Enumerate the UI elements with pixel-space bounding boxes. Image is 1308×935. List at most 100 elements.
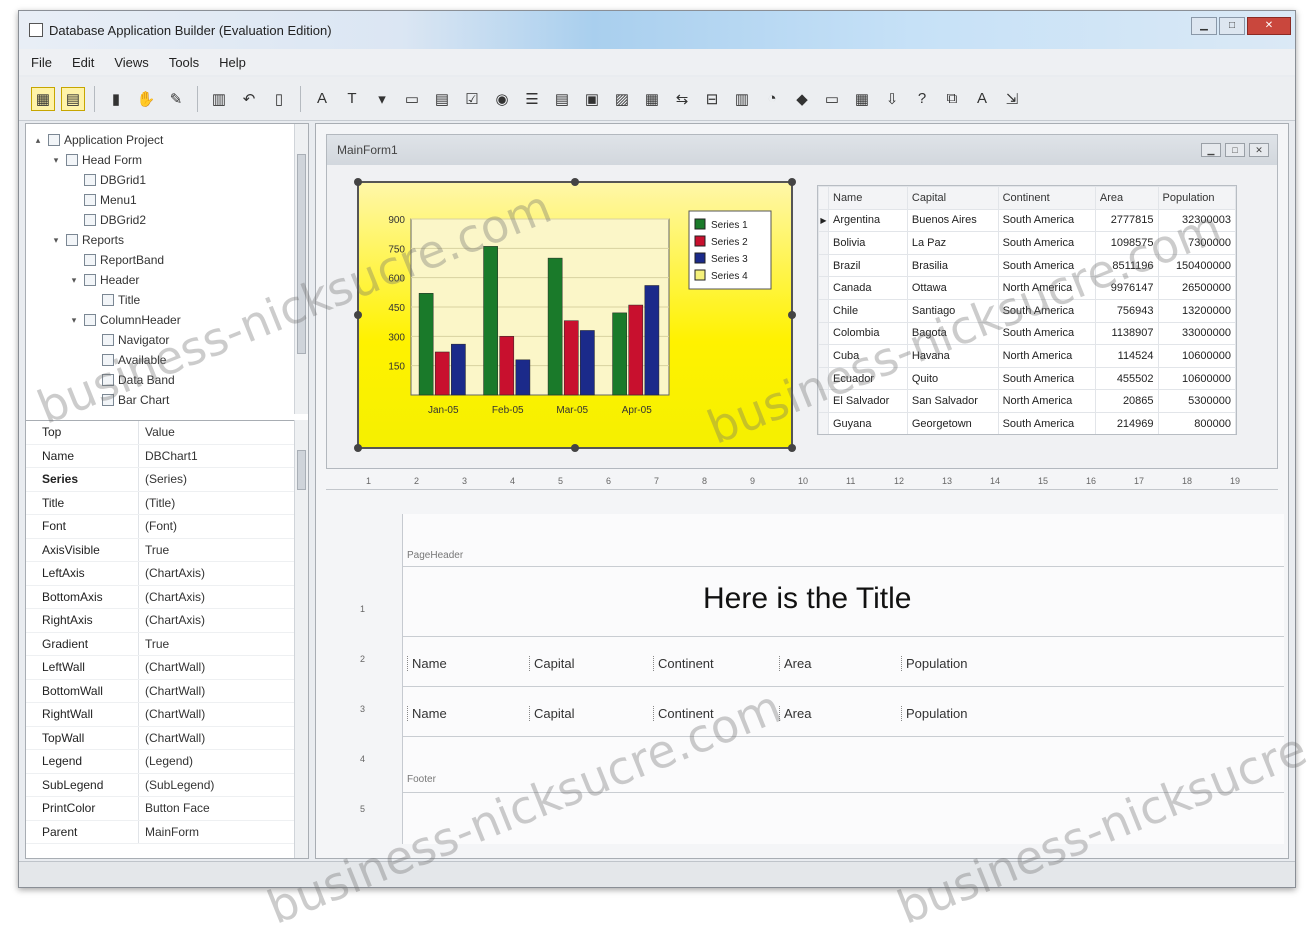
close-button[interactable]: ✕ <box>1247 17 1291 35</box>
grid-cell[interactable]: San Salvador <box>906 389 999 413</box>
row-selector[interactable] <box>818 366 829 391</box>
header-field-capital[interactable]: Capital <box>529 656 574 671</box>
header-field-population[interactable]: Population <box>901 656 967 671</box>
row-selector[interactable] <box>818 344 829 368</box>
grid-column-header[interactable]: Area <box>1094 186 1159 210</box>
grid-cell[interactable]: Bagota <box>906 321 999 346</box>
grid-row[interactable]: ▶ Argentina Buenos Aires South America 27778… <box>818 208 1236 233</box>
grid-cell[interactable]: Ottawa <box>906 276 999 300</box>
grid-view-icon[interactable]: ▦ <box>640 87 664 111</box>
tree-node[interactable]: Title <box>26 290 294 310</box>
tree-node[interactable]: Bar Chart <box>26 390 294 410</box>
resize-handle[interactable] <box>354 311 362 319</box>
tree-node[interactable]: Navigator <box>26 330 294 350</box>
row-selector[interactable] <box>818 253 829 278</box>
row-selector[interactable] <box>818 276 829 300</box>
grid-cell[interactable]: 2777815 <box>1094 208 1159 233</box>
tree-node[interactable]: ▾ Header <box>26 270 294 290</box>
property-value[interactable]: (ChartAxis) <box>138 609 294 632</box>
grid-cell[interactable]: Chile <box>828 298 908 323</box>
expand-arrow-icon[interactable]: ▾ <box>68 275 80 286</box>
export-icon[interactable]: ⇲ <box>1000 87 1024 111</box>
calendar-icon[interactable]: ▦ <box>850 87 874 111</box>
property-value[interactable]: (ChartAxis) <box>138 585 294 608</box>
navigator-icon[interactable]: ⇆ <box>670 87 694 111</box>
grid-cell[interactable]: North America <box>997 389 1096 413</box>
wrench-icon[interactable]: ✎ <box>164 87 188 111</box>
grid-cell[interactable]: 9976147 <box>1094 276 1159 300</box>
grid-cell[interactable]: Canada <box>828 276 908 300</box>
detail-field-continent[interactable]: Continent <box>653 706 714 721</box>
property-value[interactable]: (ChartWall) <box>138 656 294 679</box>
grid-cell[interactable]: 114524 <box>1094 344 1159 368</box>
undo-icon[interactable]: ↶ <box>237 87 261 111</box>
radio-icon[interactable]: ◉ <box>490 87 514 111</box>
listbox-icon[interactable]: ☰ <box>520 87 544 111</box>
grid-cell[interactable]: Guyana <box>828 411 908 434</box>
grid-cell[interactable]: Cuba <box>828 344 908 368</box>
chart-icon[interactable]: ▮ <box>104 87 128 111</box>
property-row[interactable]: Top Value <box>26 421 294 445</box>
detail-field-area[interactable]: Area <box>779 706 811 721</box>
grid-cell[interactable]: 1138907 <box>1094 321 1159 346</box>
page-icon[interactable]: ▯ <box>267 87 291 111</box>
tree-node[interactable]: ▾ ColumnHeader <box>26 310 294 330</box>
menu-tools[interactable]: Tools <box>169 55 199 70</box>
combobox-icon[interactable]: ▤ <box>550 87 574 111</box>
expand-arrow-icon[interactable]: ▴ <box>32 135 44 146</box>
hand-icon[interactable]: ✋ <box>134 87 158 111</box>
property-row[interactable]: Font (Font) <box>26 515 294 539</box>
checkbox-icon[interactable]: ☑ <box>460 87 484 111</box>
property-value[interactable]: (Title) <box>138 491 294 514</box>
property-value[interactable]: DBChart1 <box>138 444 294 467</box>
grid-cell[interactable]: 32300003 <box>1157 208 1236 233</box>
grid-cell[interactable]: Ecuador <box>828 366 908 391</box>
text-icon[interactable]: T <box>340 87 364 111</box>
grid-cell[interactable]: Bolivia <box>828 231 908 255</box>
grid-cell[interactable]: 756943 <box>1094 298 1159 323</box>
grid-cell[interactable]: 455502 <box>1094 366 1159 391</box>
property-value[interactable]: (ChartWall) <box>138 703 294 726</box>
resize-handle[interactable] <box>354 178 362 186</box>
property-row[interactable]: LeftWall (ChartWall) <box>26 656 294 680</box>
form-icon[interactable]: ▤ <box>61 86 85 111</box>
grid-cell[interactable]: 7300000 <box>1157 231 1236 255</box>
grid-cell[interactable]: 800000 <box>1157 411 1236 434</box>
grid-cell[interactable]: South America <box>997 298 1096 323</box>
grid-cell[interactable]: 8511196 <box>1094 253 1159 278</box>
bar-chart-icon[interactable]: ▥ <box>730 87 754 111</box>
grid-column-header[interactable]: Capital <box>906 186 999 210</box>
grid-cell[interactable]: Brazil <box>828 253 908 278</box>
grid-row[interactable]: Colombia Bagota South America 1138907 330000… <box>818 321 1236 346</box>
grid-cell[interactable]: Santiago <box>906 298 999 323</box>
form-close-button[interactable]: ✕ <box>1249 143 1269 157</box>
property-row[interactable]: RightAxis (ChartAxis) <box>26 609 294 633</box>
props-scrollbar[interactable] <box>294 420 308 858</box>
button-icon[interactable]: ▭ <box>820 87 844 111</box>
menu-help[interactable]: Help <box>219 55 246 70</box>
data-grid[interactable]: Name Capital Continent Area Population ▶ Arge… <box>817 185 1237 435</box>
grid-row[interactable]: Cuba Havana North America 114524 10600000 <box>818 344 1236 368</box>
detail-field-capital[interactable]: Capital <box>529 706 574 721</box>
property-value[interactable]: (Series) <box>138 468 294 491</box>
tree-node[interactable]: ▾ Head Form <box>26 150 294 170</box>
property-value[interactable]: True <box>138 632 294 655</box>
grid-cell[interactable]: South America <box>997 231 1096 255</box>
expand-arrow-icon[interactable]: ▾ <box>50 235 62 246</box>
tree-node[interactable]: ReportBand <box>26 250 294 270</box>
row-selector[interactable] <box>818 321 829 346</box>
grid-column-header[interactable]: Population <box>1157 186 1236 210</box>
grid-cell[interactable]: North America <box>997 344 1096 368</box>
tree-node[interactable]: Data Band <box>26 370 294 390</box>
grid-row[interactable]: Guyana Georgetown South America 214969 80000… <box>818 411 1236 434</box>
report-title[interactable]: Here is the Title <box>703 582 911 616</box>
property-value[interactable]: (Legend) <box>138 750 294 773</box>
grid-row[interactable]: Bolivia La Paz South America 1098575 7300000 <box>818 231 1236 255</box>
property-value[interactable]: Value <box>138 421 294 444</box>
resize-handle[interactable] <box>571 178 579 186</box>
grid-cell[interactable]: 13200000 <box>1157 298 1236 323</box>
row-selector[interactable] <box>818 298 829 323</box>
grid-cell[interactable]: 10600000 <box>1157 366 1236 391</box>
property-value[interactable]: (ChartAxis) <box>138 562 294 585</box>
table-icon[interactable]: ▥ <box>207 87 231 111</box>
